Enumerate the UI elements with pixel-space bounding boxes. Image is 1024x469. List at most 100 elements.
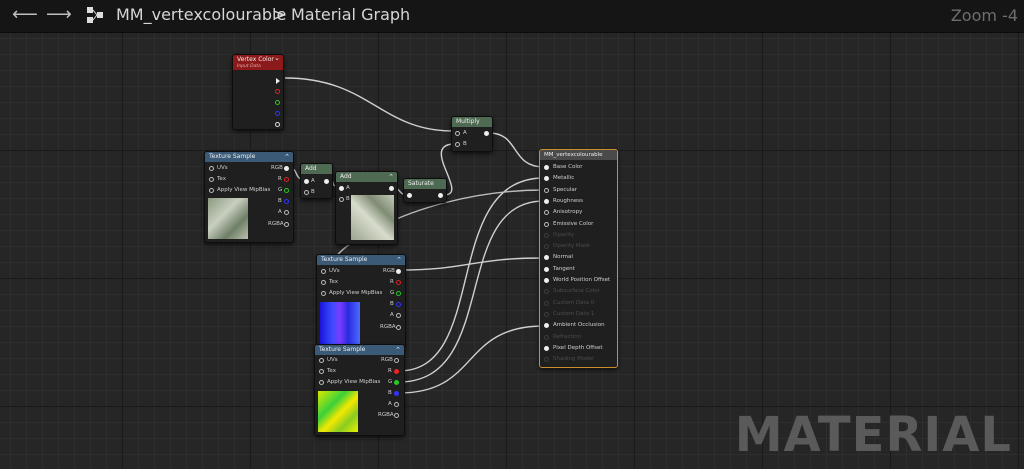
material-input-label: Base Color xyxy=(553,164,583,170)
input-pin-b[interactable] xyxy=(455,142,460,147)
input-pin-b[interactable] xyxy=(304,190,309,195)
output-pin-g[interactable] xyxy=(396,291,401,296)
collapse-chevron-icon[interactable]: ⌄ xyxy=(274,55,280,62)
input-pin-base-color[interactable] xyxy=(544,165,549,170)
back-arrow-icon[interactable]: ⟵ xyxy=(12,6,38,24)
collapse-chevron-icon[interactable]: ⌃ xyxy=(395,345,401,355)
node-title: Add xyxy=(340,173,352,180)
output-pin-rgb[interactable] xyxy=(276,78,280,84)
pin-label-rgb: RGB xyxy=(381,357,393,363)
collapse-chevron-icon[interactable]: ⌃ xyxy=(396,255,402,265)
output-pin-b[interactable] xyxy=(275,111,280,116)
texture-sample-node-1[interactable]: Texture Sample ⌃ UVs Tex Apply View MipB… xyxy=(204,151,294,243)
input-pin-emissive-color[interactable] xyxy=(544,221,549,227)
output-pin-a[interactable] xyxy=(275,122,280,127)
wire-tex3-r-to-metallic xyxy=(398,177,545,372)
input-pin-specular[interactable] xyxy=(544,187,549,193)
output-pin-g[interactable] xyxy=(284,188,289,193)
texture-sample-node-2[interactable]: Texture Sample ⌃ UVs Tex Apply View MipB… xyxy=(316,254,406,348)
output-pin[interactable] xyxy=(438,193,443,198)
material-input-label: Opacity xyxy=(553,231,575,238)
node-title: Texture Sample xyxy=(319,346,366,353)
pin-label-a: A xyxy=(311,178,315,184)
breadcrumb-asset[interactable]: MM_vertexcolourable xyxy=(116,5,286,24)
input-pin-b[interactable] xyxy=(339,197,344,202)
input-pin-mipbias[interactable] xyxy=(319,380,324,385)
input-pin-mipbias[interactable] xyxy=(321,291,326,296)
material-watermark: MATERIAL xyxy=(734,407,1012,463)
input-pin-tex[interactable] xyxy=(209,177,214,182)
output-pin-rgba[interactable] xyxy=(396,325,401,330)
material-input-label: Metallic xyxy=(553,175,575,182)
texture-sample-node-3[interactable]: Texture Sample ⌃ UVs Tex Apply View MipB… xyxy=(314,344,405,436)
node-header: Add xyxy=(301,164,332,174)
input-pin-custom-data-1 xyxy=(544,311,549,317)
output-pin-b[interactable] xyxy=(284,199,289,204)
input-pin[interactable] xyxy=(407,193,412,198)
input-pin-subsurface-color xyxy=(544,289,549,295)
output-pin-rgb[interactable] xyxy=(396,269,401,274)
input-pin-mipbias[interactable] xyxy=(209,188,214,193)
material-input-label: Subsurface Color xyxy=(553,288,600,295)
output-pin-a[interactable] xyxy=(396,313,401,318)
pin-label-b: B xyxy=(278,198,282,204)
input-pin-tex[interactable] xyxy=(321,280,326,285)
output-pin-r[interactable] xyxy=(394,369,399,374)
input-pin-anisotropy[interactable] xyxy=(544,210,549,216)
multiply-node[interactable]: Multiply A B xyxy=(451,116,493,152)
input-pin-roughness[interactable] xyxy=(544,198,549,204)
input-pin-tex[interactable] xyxy=(319,369,324,374)
input-pin-pixel-depth-offset[interactable] xyxy=(544,345,549,351)
output-pin-rgba[interactable] xyxy=(284,222,289,227)
material-result-node[interactable]: MM_vertexcolourable Base Color Metallic Sp… xyxy=(539,149,618,368)
output-pin-r[interactable] xyxy=(284,177,289,182)
forward-arrow-icon[interactable]: ⟶ xyxy=(46,6,72,24)
output-pin-rgb[interactable] xyxy=(394,358,399,363)
output-pin-a[interactable] xyxy=(284,210,289,215)
pin-label-uvs: UVs xyxy=(217,165,228,171)
saturate-node[interactable]: Saturate xyxy=(403,178,447,203)
output-pin[interactable] xyxy=(484,131,489,136)
output-pin-b[interactable] xyxy=(394,391,399,396)
node-header: Vertex Color Input Data ⌄ xyxy=(233,55,283,70)
input-pin-tangent[interactable] xyxy=(544,266,549,272)
wire-tex3-b-to-ao xyxy=(398,325,545,394)
vertex-color-node[interactable]: Vertex Color Input Data ⌄ xyxy=(232,54,284,130)
input-pin-refraction xyxy=(544,334,549,340)
add-node-1[interactable]: Add A B xyxy=(300,163,333,199)
collapse-chevron-icon[interactable]: ⌃ xyxy=(388,172,394,182)
output-pin-r[interactable] xyxy=(275,89,280,94)
output-pin-g[interactable] xyxy=(275,100,280,105)
input-pin-world-position-offset[interactable] xyxy=(544,278,549,283)
output-pin[interactable] xyxy=(324,179,329,184)
pin-label-rgb: RGB xyxy=(383,268,395,274)
node-header: MM_vertexcolourable xyxy=(540,150,617,160)
output-pin-b[interactable] xyxy=(396,302,401,307)
input-pin-uvs[interactable] xyxy=(209,166,214,171)
input-pin-a[interactable] xyxy=(339,186,344,191)
input-pin-a[interactable] xyxy=(304,179,309,184)
input-pin-uvs[interactable] xyxy=(321,269,326,274)
node-subtitle: Input Data xyxy=(237,64,261,69)
input-pin-ambient-occlusion[interactable] xyxy=(544,323,549,329)
output-pin[interactable] xyxy=(389,186,394,191)
output-pin-rgb[interactable] xyxy=(284,166,289,171)
input-pin-a[interactable] xyxy=(455,131,460,136)
output-pin-a[interactable] xyxy=(394,402,399,407)
collapse-chevron-icon[interactable]: ⌃ xyxy=(284,152,290,162)
pin-label-g: G xyxy=(278,187,283,193)
wire-vertex-to-multiply xyxy=(284,77,454,132)
input-pin-normal[interactable] xyxy=(544,255,549,261)
output-pin-r[interactable] xyxy=(396,280,401,285)
add-node-2[interactable]: Add ⌃ A B xyxy=(335,171,398,245)
input-pin-uvs[interactable] xyxy=(319,358,324,363)
output-pin-rgba[interactable] xyxy=(394,413,399,418)
input-pin-opacity-mask xyxy=(544,244,549,250)
input-pin-metallic[interactable] xyxy=(544,176,549,182)
wire-multiply-to-basecolor xyxy=(488,132,545,168)
output-pin-g[interactable] xyxy=(394,380,399,385)
node-header: Texture Sample ⌃ xyxy=(205,152,293,162)
node-title: Texture Sample xyxy=(321,256,368,263)
material-input-label: Emissive Color xyxy=(553,220,594,227)
material-input-label: Anisotropy xyxy=(553,209,583,216)
